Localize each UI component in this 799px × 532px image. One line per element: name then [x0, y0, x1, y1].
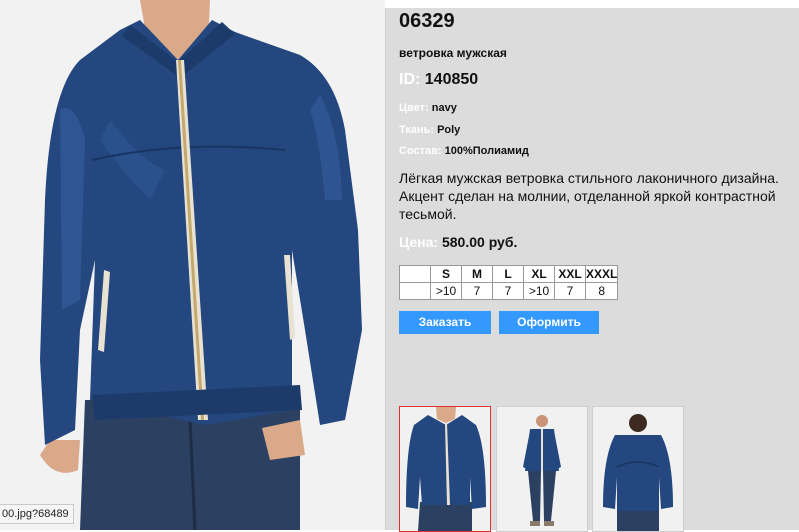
size-stock-cell: 7: [554, 282, 586, 300]
size-stock-cell: 7: [492, 282, 524, 300]
size-header-cell: L: [492, 265, 524, 283]
product-description: Лёгкая мужская ветровка стильного лакони…: [399, 170, 779, 222]
size-header-cell: XXXL: [584, 265, 619, 283]
size-header-cell: S: [430, 265, 462, 283]
size-header-cell: [399, 265, 431, 283]
product-name: ветровка мужская: [399, 46, 507, 60]
composition-attribute: Состав: 100%Полиамид: [399, 145, 529, 157]
price-label: Цена:: [399, 234, 439, 250]
order-button[interactable]: Заказать: [399, 311, 491, 334]
main-product-photo[interactable]: 00.jpg?68489: [0, 0, 385, 530]
size-stock-row: >10 7 7 >10 7 8: [399, 282, 619, 300]
id-label: ID:: [399, 71, 421, 88]
size-header-cell: M: [461, 265, 493, 283]
size-stock-cell: [399, 282, 431, 300]
size-header-cell: XXL: [554, 265, 586, 283]
fabric-label: Ткань:: [399, 124, 434, 136]
product-code-title: 06329: [399, 10, 455, 32]
checkout-button[interactable]: Оформить: [499, 311, 599, 334]
size-header-row: S M L XL XXL XXXL: [399, 265, 619, 283]
color-label: Цвет:: [399, 102, 429, 114]
product-details-panel: 06329 ветровка мужская ID: 140850 Цвет: …: [385, 8, 799, 532]
size-table: S M L XL XXL XXXL >10 7 7 >10 7 8: [399, 265, 619, 300]
color-attribute: Цвет: navy: [399, 102, 457, 114]
fabric-attribute: Ткань: Poly: [399, 124, 460, 136]
composition-label: Состав:: [399, 145, 442, 157]
thumbnail-full-front[interactable]: [496, 406, 588, 532]
fabric-value: Poly: [437, 124, 461, 136]
size-stock-cell: >10: [430, 282, 462, 300]
composition-value: 100%Полиамид: [444, 145, 529, 157]
id-value: 140850: [424, 71, 479, 88]
thumbnail-front-closeup-image: [400, 407, 490, 531]
thumbnail-front-closeup[interactable]: [399, 406, 491, 532]
thumbnail-back[interactable]: [592, 406, 684, 532]
price-value: 580.00 руб.: [441, 234, 518, 250]
size-stock-cell: >10: [523, 282, 555, 300]
size-stock-cell: 8: [584, 282, 619, 300]
thumbnail-full-front-image: [497, 407, 587, 531]
thumbnail-back-image: [593, 407, 683, 531]
product-id: ID: 140850: [399, 71, 478, 89]
size-header-cell: XL: [523, 265, 555, 283]
status-url-tooltip: 00.jpg?68489: [0, 504, 74, 524]
jacket-photo-illustration: [0, 0, 385, 530]
price-line: Цена: 580.00 руб.: [399, 234, 517, 250]
size-stock-cell: 7: [461, 282, 493, 300]
color-value: navy: [431, 102, 457, 114]
